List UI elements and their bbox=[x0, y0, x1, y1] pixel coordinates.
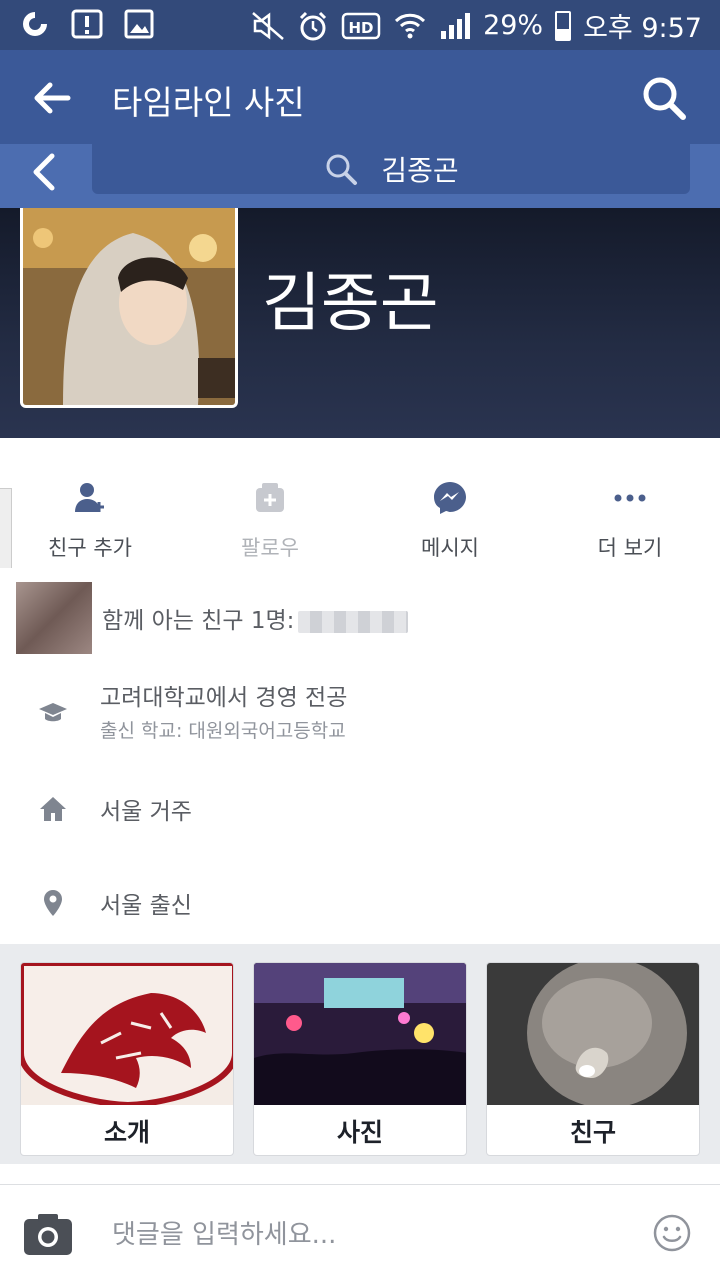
add-friend-button[interactable]: 친구 추가 bbox=[0, 438, 180, 568]
smiley-icon[interactable] bbox=[652, 1213, 692, 1253]
lives-text: 서울 거주 bbox=[100, 799, 192, 825]
back-arrow-icon[interactable] bbox=[30, 76, 74, 120]
education-sub: 출신 학교: 대원외국어고등학교 bbox=[100, 720, 346, 742]
page-title: 타임라인 사진 bbox=[112, 83, 305, 122]
alert-icon bbox=[70, 8, 104, 40]
friends-image bbox=[487, 963, 699, 1108]
message-label: 메시지 bbox=[421, 536, 479, 560]
messenger-icon bbox=[430, 478, 470, 518]
profile-actions: 친구 추가 팔로우 메시지 더 보기 bbox=[0, 438, 720, 568]
alarm-icon bbox=[297, 8, 329, 44]
tile-friends[interactable]: 친구 bbox=[486, 962, 700, 1156]
comment-input[interactable] bbox=[112, 1215, 612, 1255]
svg-text:HD: HD bbox=[349, 19, 374, 37]
search-icon[interactable] bbox=[640, 74, 688, 122]
home-icon bbox=[38, 794, 68, 824]
search-query: 김종곤 bbox=[381, 154, 459, 187]
cover-photo[interactable]: 김종곤 bbox=[0, 208, 720, 438]
clock: 오후 9:57 bbox=[583, 13, 702, 44]
search-field[interactable]: 김종곤 bbox=[92, 144, 690, 194]
profile-avatar[interactable] bbox=[20, 208, 238, 408]
profile-name: 김종곤 bbox=[262, 267, 439, 341]
mutual-friend-avatar bbox=[16, 582, 92, 654]
profile-info: 함께 아는 친구 1명: 고려대학교에서 경영 전공 출신 학교: 대원외국어고… bbox=[0, 568, 720, 944]
more-button[interactable]: 더 보기 bbox=[540, 438, 720, 568]
follow-icon bbox=[250, 478, 290, 518]
education-main: 고려대학교에서 경영 전공 bbox=[100, 685, 348, 711]
battery-icon bbox=[555, 8, 572, 44]
app-icon bbox=[18, 8, 52, 40]
status-bar: HD 29% 오후 9:57 bbox=[0, 0, 720, 50]
mute-icon bbox=[251, 8, 285, 44]
graduation-cap-icon bbox=[38, 698, 68, 728]
message-button[interactable]: 메시지 bbox=[360, 438, 540, 568]
search-icon bbox=[323, 151, 359, 187]
tile-about-label: 소개 bbox=[103, 1118, 150, 1147]
mutual-friends-text: 함께 아는 친구 1명: bbox=[102, 608, 295, 634]
tile-about[interactable]: 소개 bbox=[20, 962, 234, 1156]
profile-tiles: 소개 사진 친구 bbox=[0, 944, 720, 1164]
more-label: 더 보기 bbox=[597, 536, 663, 560]
app-bar: 타임라인 사진 bbox=[0, 50, 720, 144]
mutual-friends[interactable]: 함께 아는 친구 1명: bbox=[16, 582, 409, 654]
add-friend-icon bbox=[70, 478, 110, 518]
add-friend-label: 친구 추가 bbox=[48, 536, 132, 560]
hd-icon: HD bbox=[341, 8, 381, 44]
wifi-icon bbox=[393, 8, 427, 44]
chevron-left-icon[interactable] bbox=[24, 150, 64, 194]
photos-image bbox=[254, 963, 466, 1105]
camera-icon[interactable] bbox=[22, 1211, 74, 1257]
from-text: 서울 출신 bbox=[100, 893, 192, 919]
redacted-name bbox=[298, 610, 409, 633]
comment-bar bbox=[0, 1184, 720, 1280]
tile-friends-label: 친구 bbox=[569, 1118, 616, 1147]
follow-button[interactable]: 팔로우 bbox=[180, 438, 360, 568]
image-icon bbox=[122, 8, 156, 40]
signal-icon bbox=[439, 8, 471, 44]
about-image bbox=[21, 963, 233, 1109]
more-icon bbox=[610, 478, 650, 518]
tile-photos-label: 사진 bbox=[336, 1118, 383, 1147]
search-strip: 김종곤 bbox=[0, 144, 720, 208]
battery-percent: 29% bbox=[483, 10, 544, 41]
follow-label: 팔로우 bbox=[241, 536, 299, 560]
tile-photos[interactable]: 사진 bbox=[253, 962, 467, 1156]
location-pin-icon bbox=[38, 888, 68, 918]
